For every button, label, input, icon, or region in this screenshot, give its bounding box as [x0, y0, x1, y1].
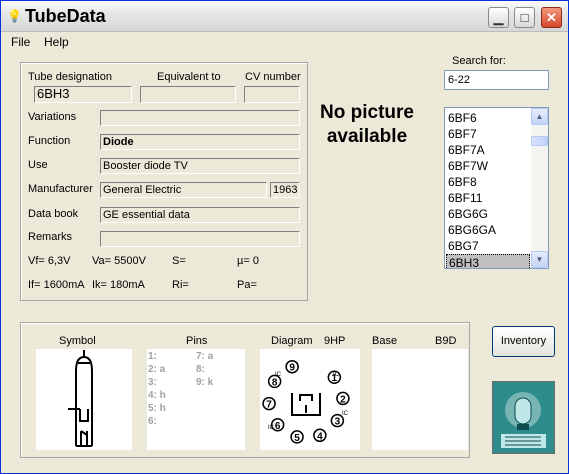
symbol-label: Symbol	[59, 335, 96, 347]
param-pa: Pa=	[237, 279, 257, 291]
designation-label: Tube designation	[28, 71, 112, 83]
pin-entry: 3:	[148, 377, 157, 388]
cv-label: CV number	[245, 71, 301, 83]
app-window: 💡 TubeData ▁ □ ✕ File Help Tube designat…	[0, 0, 569, 474]
list-item[interactable]: 6BG6GA	[446, 222, 530, 238]
equivalent-field[interactable]	[140, 86, 236, 103]
search-input[interactable]: 6-22	[444, 70, 549, 90]
diagram-ic-label: IC	[275, 372, 282, 378]
diagram-ic-label: IC	[342, 411, 349, 417]
title-bar[interactable]: 💡 TubeData ▁ □ ✕	[1, 1, 568, 32]
diagram-pin-number: 2	[340, 394, 346, 405]
manufacturer-label: Manufacturer	[28, 183, 93, 195]
pin-entry: 2: a	[148, 364, 166, 375]
base-diagram-icon: 123456789IC ICICIC	[262, 359, 350, 444]
tube-logo-icon	[492, 381, 555, 454]
list-item[interactable]: 6BH3	[446, 254, 530, 268]
base-code: B9D	[435, 335, 457, 347]
base-label: Base	[372, 335, 398, 347]
menu-file[interactable]: File	[11, 35, 30, 49]
diagram-pin-number: 7	[266, 400, 272, 411]
function-field[interactable]: Diode	[100, 134, 300, 150]
list-item[interactable]: 6BG7	[446, 238, 530, 254]
variations-field[interactable]	[100, 110, 300, 126]
diagram-pin-number: 8	[272, 377, 278, 388]
menu-help[interactable]: Help	[44, 35, 69, 49]
diagram-code: 9HP	[324, 335, 346, 347]
param-mu: µ= 0	[237, 255, 259, 267]
diode-tube-symbol-icon	[68, 350, 93, 447]
use-label: Use	[28, 159, 48, 171]
pins-label: Pins	[186, 335, 208, 347]
list-item[interactable]: 6BF7W	[446, 158, 530, 174]
diagram-panel: 1 2 3 4 5 6 7 8 9 IC IC IC IC	[260, 349, 360, 450]
base-panel	[372, 349, 468, 450]
diagram-pin-number: 5	[294, 433, 300, 444]
pins-panel: 1: 2: a 3: 4: h 5: h 6: 7: a 8: 9: k	[147, 349, 245, 450]
minimize-button[interactable]: ▁	[488, 7, 509, 28]
diagram-pin-number: 4	[317, 431, 323, 442]
pin-entry: 6:	[148, 416, 157, 427]
no-picture-text: No picture available	[320, 102, 414, 147]
diagram-ic-label: IC	[333, 372, 340, 378]
param-s: S=	[172, 255, 186, 267]
remarks-label: Remarks	[28, 231, 73, 243]
diagram-label: Diagram	[271, 335, 313, 347]
maximize-button[interactable]: □	[514, 7, 535, 28]
list-item[interactable]: 6BG6G	[446, 206, 530, 222]
use-field[interactable]: Booster diode TV	[100, 158, 300, 174]
list-item[interactable]: 6BF11	[446, 190, 530, 206]
pin-entry: 9: k	[196, 377, 214, 388]
lightbulb-icon: 💡	[7, 9, 22, 23]
scroll-thumb[interactable]	[531, 136, 548, 146]
databook-field[interactable]: GE essential data	[100, 207, 300, 223]
diagram-pin-number: 9	[289, 363, 295, 374]
year-field[interactable]: 1963	[270, 182, 300, 198]
param-va: Va= 5500V	[92, 255, 146, 267]
scroll-up-icon[interactable]: ▲	[531, 108, 548, 125]
pin-entry: 1:	[148, 351, 157, 362]
pin-entry: 8:	[196, 364, 205, 375]
diagram-pin-number: 6	[275, 421, 281, 432]
databook-label: Data book	[28, 208, 79, 220]
list-scrollbar[interactable]: ▲ ▼	[531, 108, 548, 268]
menu-bar: File Help	[1, 32, 568, 52]
param-ik: Ik= 180mA	[92, 279, 145, 291]
cv-field[interactable]	[244, 86, 300, 103]
search-label: Search for:	[452, 55, 506, 67]
window-title: TubeData	[25, 6, 106, 26]
inventory-button[interactable]: Inventory	[492, 326, 555, 357]
list-item[interactable]: 6BF7	[446, 126, 530, 142]
tube-list[interactable]: 6BF6 6BF7 6BF7A 6BF7W 6BF8 6BF11 6BG6G 6BG6GA 6B…	[444, 107, 549, 269]
param-ri: Ri=	[172, 279, 189, 291]
close-button[interactable]: ✕	[541, 7, 562, 28]
param-vf: Vf= 6,3V	[28, 255, 71, 267]
param-if: If= 1600mA	[28, 279, 85, 291]
symbol-panel	[36, 349, 132, 450]
diagram-ic-label: IC	[268, 425, 275, 431]
list-item[interactable]: 6BF8	[446, 174, 530, 190]
list-item[interactable]: 6BF7A	[446, 142, 530, 158]
scroll-down-icon[interactable]: ▼	[531, 251, 548, 268]
pin-entry: 7: a	[196, 351, 214, 362]
variations-label: Variations	[28, 111, 77, 123]
manufacturer-field[interactable]: General Electric	[100, 182, 267, 198]
designation-field[interactable]: 6BH3	[34, 86, 132, 103]
list-item[interactable]: 6BF6	[446, 110, 530, 126]
function-label: Function	[28, 135, 71, 147]
pin-entry: 4: h	[148, 390, 166, 401]
pin-entry: 5: h	[148, 403, 166, 414]
remarks-field[interactable]	[100, 231, 300, 247]
equivalent-label: Equivalent to	[157, 71, 221, 83]
diagram-pin-number: 3	[335, 417, 341, 428]
